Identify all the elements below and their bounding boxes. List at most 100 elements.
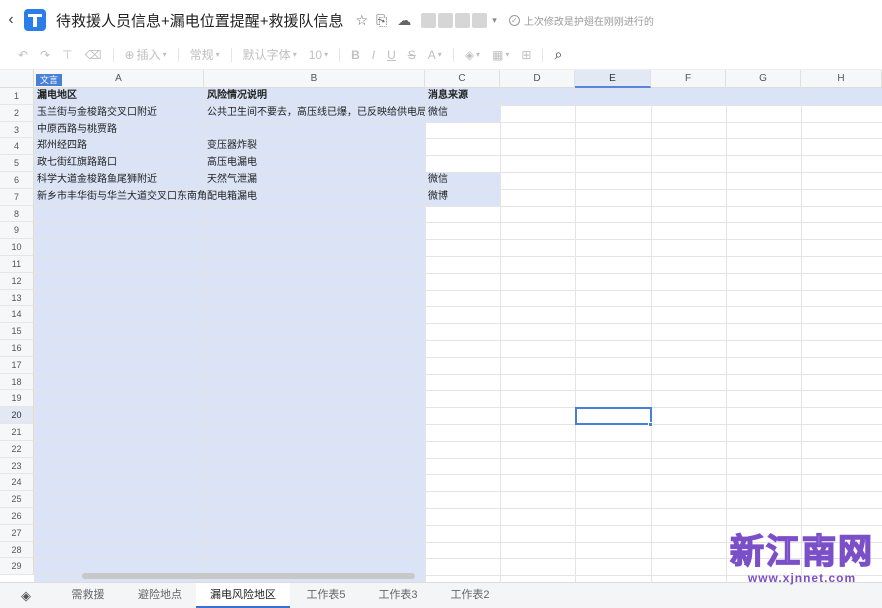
italic-icon[interactable]: I [366, 48, 381, 62]
row-header[interactable]: 27 [0, 524, 34, 542]
row-header[interactable]: 26 [0, 508, 34, 525]
sheet-tab[interactable]: 需救援 [52, 583, 124, 608]
underline-icon[interactable]: U [381, 48, 402, 62]
avatar[interactable] [472, 12, 488, 28]
row-header[interactable]: 25 [0, 491, 34, 508]
select-all-corner[interactable] [0, 70, 34, 88]
row-header[interactable]: 5 [0, 155, 34, 172]
cloud-icon[interactable]: ☁ [397, 12, 411, 29]
bold-icon[interactable]: B [345, 48, 366, 62]
search-icon[interactable]: ⌕ [548, 46, 568, 63]
move-file-icon[interactable]: ⎘ [376, 12, 387, 29]
active-cell[interactable] [575, 407, 652, 425]
column-header-b[interactable]: B [204, 70, 425, 88]
row-header[interactable]: 23 [0, 457, 34, 475]
row-header[interactable]: 17 [0, 356, 34, 374]
row-header[interactable]: 12 [0, 272, 34, 290]
redo-icon[interactable]: ↷ [34, 48, 56, 62]
insert-button[interactable]: ⊕ 插入 ▾ [119, 46, 173, 63]
sheet-list-icon[interactable]: ◈ [0, 583, 52, 608]
column-header-g[interactable]: G [726, 70, 801, 88]
sheet-tab[interactable]: 工作表3 [362, 583, 434, 608]
column-header-d[interactable]: D [500, 70, 575, 88]
collaborator-avatars[interactable]: ▾ [421, 12, 497, 28]
strikethrough-icon[interactable]: S [402, 48, 422, 62]
chevron-down-icon: ▾ [215, 50, 220, 59]
fill-color-icon[interactable]: ◈ ▾ [459, 48, 486, 62]
row-header[interactable]: 15 [0, 323, 34, 340]
sheet-tab[interactable]: 漏电风险地区 [196, 583, 290, 608]
sheet-grid[interactable]: A B C D E F G H 1 2 3 4 5 6 7 8 9 10 11 12 13 14 15 16 17 18 19 20 2… [0, 70, 882, 582]
row-header[interactable]: 10 [0, 239, 34, 256]
column-header-h[interactable]: H [801, 70, 882, 88]
table-cell[interactable]: 天然气泄漏 [204, 172, 425, 189]
gridline [34, 205, 882, 207]
divider [112, 47, 114, 62]
gridline [34, 407, 882, 409]
sheet-tab[interactable]: 避险地点 [124, 583, 196, 608]
header-cell[interactable]: 风险情况说明 [204, 88, 425, 105]
row-header[interactable]: 1 [0, 88, 34, 105]
table-cell[interactable]: 微博 [425, 189, 500, 206]
row-header[interactable]: 21 [0, 424, 34, 441]
row-header[interactable]: 28 [0, 541, 34, 559]
row-header[interactable]: 8 [0, 205, 34, 223]
undo-icon[interactable]: ↶ [12, 48, 34, 62]
font-size-dropdown[interactable]: 10 ▾ [303, 48, 334, 62]
row-header[interactable]: 29 [0, 558, 34, 576]
table-cell[interactable] [425, 155, 500, 172]
avatar[interactable] [421, 12, 437, 28]
sheet-tab[interactable]: 工作表2 [434, 583, 506, 608]
row-header[interactable]: 7 [0, 188, 34, 206]
merge-cells-icon[interactable]: ⊞ [515, 48, 537, 62]
row-header[interactable]: 24 [0, 474, 34, 492]
row-header[interactable]: 9 [0, 222, 34, 240]
star-icon[interactable]: ☆ [356, 12, 369, 29]
table-cell[interactable]: 公共卫生间不要去，高压线已爆，已反映给供电局 [204, 105, 425, 122]
row-header[interactable]: 13 [0, 289, 34, 307]
row-header[interactable]: 16 [0, 340, 34, 357]
gridline [34, 340, 882, 341]
chevron-down-icon[interactable]: ▾ [492, 15, 497, 26]
row-header[interactable]: 14 [0, 306, 34, 324]
row-header[interactable]: 18 [0, 373, 34, 391]
avatar[interactable] [438, 12, 454, 28]
header-cell[interactable]: 漏电地区 [34, 88, 204, 105]
table-cell[interactable]: 高压电漏电 [204, 155, 425, 172]
table-cell[interactable]: 配电箱漏电 [204, 189, 425, 206]
app-logo-icon[interactable] [24, 9, 46, 31]
document-title[interactable]: 待救援人员信息+漏电位置提醒+救援队信息 [56, 10, 344, 31]
table-cell[interactable] [425, 122, 500, 139]
font-size-label: 10 [308, 47, 323, 62]
column-header-f[interactable]: F [651, 70, 726, 88]
row-header[interactable]: 19 [0, 390, 34, 408]
format-painter-icon[interactable]: ⊤ [56, 48, 78, 62]
table-cell[interactable]: 微信 [425, 105, 500, 122]
row-header[interactable]: 11 [0, 256, 34, 273]
avatar[interactable] [455, 12, 471, 28]
row-header[interactable]: 20 [0, 407, 34, 424]
row-header[interactable]: 2 [0, 104, 34, 122]
row-header[interactable]: 22 [0, 440, 34, 458]
borders-icon[interactable]: ▦ ▾ [486, 48, 515, 62]
row-header[interactable]: 3 [0, 121, 34, 139]
font-family-dropdown[interactable]: 默认字体 ▾ [237, 46, 303, 63]
table-cell[interactable] [425, 138, 500, 155]
table-cell[interactable]: 变压器炸裂 [204, 138, 425, 155]
row-header[interactable]: 4 [0, 138, 34, 156]
fill-handle[interactable] [648, 422, 653, 427]
text-color-icon[interactable]: A ▾ [422, 48, 448, 62]
gridline [34, 356, 882, 358]
horizontal-scrollbar[interactable] [82, 573, 415, 579]
back-icon[interactable]: ‹ [0, 11, 22, 29]
column-header-c[interactable]: C [425, 70, 500, 88]
clear-format-icon[interactable]: ⌫ [79, 48, 108, 62]
row-header[interactable]: 6 [0, 172, 34, 189]
number-format-dropdown[interactable]: 常规 ▾ [184, 46, 226, 63]
gridline [34, 440, 882, 442]
header-cell[interactable]: 消息来源 [425, 88, 500, 105]
table-cell[interactable]: 微信 [425, 172, 500, 189]
table-cell[interactable] [204, 122, 425, 139]
sheet-tab[interactable]: 工作表5 [290, 583, 362, 608]
column-header-e[interactable]: E [575, 70, 651, 88]
